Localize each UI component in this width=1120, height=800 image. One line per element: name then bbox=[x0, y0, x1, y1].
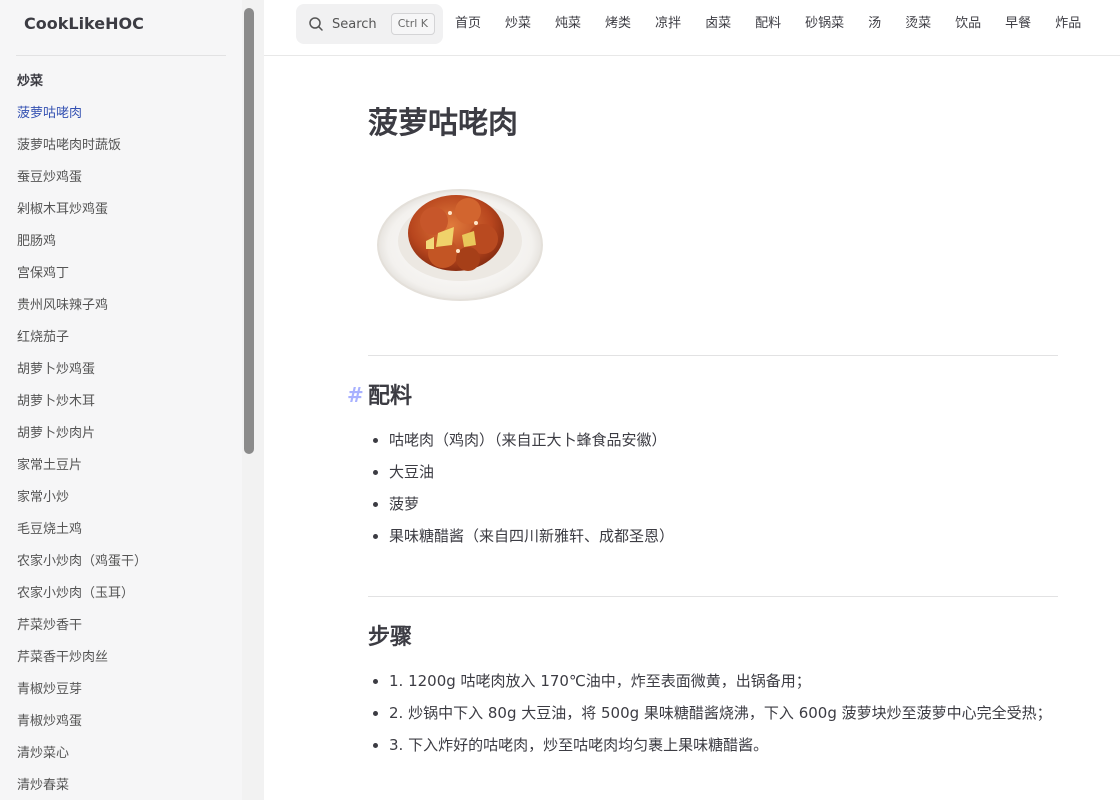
sidebar-item[interactable]: 家常小炒 bbox=[17, 486, 147, 518]
list-item: 咕咾肉（鸡肉）（来自正大卜蜂食品安徽） bbox=[368, 428, 1058, 452]
topnav-link[interactable]: 早餐 bbox=[1005, 13, 1031, 35]
heading-anchor-link[interactable]: # bbox=[347, 383, 364, 407]
sidebar-item[interactable]: 芹菜炒香干 bbox=[17, 614, 147, 646]
sidebar-item[interactable]: 胡萝卜炒鸡蛋 bbox=[17, 358, 147, 390]
sidebar-item[interactable]: 贵州风味辣子鸡 bbox=[17, 294, 147, 326]
topnav-link[interactable]: 卤菜 bbox=[705, 13, 731, 35]
search-icon bbox=[308, 16, 324, 32]
sidebar-item[interactable]: 剁椒木耳炒鸡蛋 bbox=[17, 198, 147, 230]
divider bbox=[368, 596, 1058, 597]
step-number: 1. bbox=[389, 672, 404, 690]
divider bbox=[368, 355, 1058, 356]
sidebar-item[interactable]: 蚕豆炒鸡蛋 bbox=[17, 166, 147, 198]
topnav-link[interactable]: 炒菜 bbox=[505, 13, 531, 35]
sidebar-item[interactable]: 芹菜香干炒肉丝 bbox=[17, 646, 147, 678]
sidebar-item[interactable]: 毛豆烧土鸡 bbox=[17, 518, 147, 550]
dish-image bbox=[368, 161, 552, 309]
search-shortcut-badge: Ctrl K bbox=[390, 13, 435, 35]
search-label: Search bbox=[332, 16, 377, 32]
topnav-link[interactable]: 饮品 bbox=[955, 13, 981, 35]
top-navbar: Search Ctrl K 首页 炒菜 炖菜 烤类 凉拌 卤菜 配料 砂锅菜 汤… bbox=[264, 0, 1120, 56]
list-item: 2. 炒锅中下入 80g 大豆油，将 500g 果味糖醋酱烧沸，下入 600g … bbox=[368, 701, 1058, 725]
ingredients-list: 咕咾肉（鸡肉）（来自正大卜蜂食品安徽） 大豆油 菠萝 果味糖醋酱（来自四川新雅轩… bbox=[368, 428, 1058, 556]
sidebar-scrollbar-thumb[interactable] bbox=[244, 8, 254, 454]
sidebar-item[interactable]: 农家小炒肉（玉耳） bbox=[17, 582, 147, 614]
step-number: 3. bbox=[389, 736, 404, 754]
steps-heading: 步骤 bbox=[368, 625, 413, 650]
list-item: 果味糖醋酱（来自四川新雅轩、成都圣恩） bbox=[368, 524, 1058, 548]
sidebar: CookLikeHOC 炒菜 菠萝咕咾肉 菠萝咕咾肉时蔬饭 蚕豆炒鸡蛋 剁椒木耳… bbox=[0, 0, 242, 800]
step-text: 下入炸好的咕咾肉，炒至咕咾肉均匀裹上果味糖醋酱。 bbox=[408, 736, 769, 754]
topnav-link[interactable]: 砂锅菜 bbox=[805, 13, 844, 35]
topnav-link[interactable]: 炸品 bbox=[1055, 13, 1081, 35]
sidebar-item[interactable]: 青椒炒鸡蛋 bbox=[17, 710, 147, 742]
topnav-link[interactable]: 烤类 bbox=[605, 13, 631, 35]
sidebar-item[interactable]: 胡萝卜炒木耳 bbox=[17, 390, 147, 422]
app-window: CookLikeHOC 炒菜 菠萝咕咾肉 菠萝咕咾肉时蔬饭 蚕豆炒鸡蛋 剁椒木耳… bbox=[0, 0, 1120, 800]
top-nav-links: 首页 炒菜 炖菜 烤类 凉拌 卤菜 配料 砂锅菜 汤 烫菜 饮品 早餐 炸品 bbox=[455, 13, 1105, 35]
search-button[interactable]: Search Ctrl K bbox=[296, 4, 443, 44]
page-title: 菠萝咕咾肉 bbox=[368, 106, 518, 141]
topnav-link[interactable]: 烫菜 bbox=[905, 13, 931, 35]
sidebar-item[interactable]: 农家小炒肉（鸡蛋干） bbox=[17, 550, 147, 582]
sidebar-item[interactable]: 肥肠鸡 bbox=[17, 230, 147, 262]
sidebar-item[interactable]: 宫保鸡丁 bbox=[17, 262, 147, 294]
topnav-link[interactable]: 凉拌 bbox=[655, 13, 681, 35]
sidebar-item[interactable]: 胡萝卜炒肉片 bbox=[17, 422, 147, 454]
topnav-link[interactable]: 炖菜 bbox=[555, 13, 581, 35]
sidebar-item-pineapple-pork[interactable]: 菠萝咕咾肉 bbox=[17, 102, 147, 134]
topnav-link[interactable]: 配料 bbox=[755, 13, 781, 35]
sidebar-item[interactable]: 家常土豆片 bbox=[17, 454, 147, 486]
sidebar-item[interactable]: 青椒炒豆芽 bbox=[17, 678, 147, 710]
list-item: 1. 1200g 咕咾肉放入 170℃油中，炸至表面微黄，出锅备用； bbox=[368, 669, 1058, 693]
topnav-link-home[interactable]: 首页 bbox=[455, 13, 481, 35]
steps-list: 1. 1200g 咕咾肉放入 170℃油中，炸至表面微黄，出锅备用； 2. 炒锅… bbox=[368, 669, 1058, 765]
sidebar-group-title: 炒菜 bbox=[17, 74, 44, 89]
sidebar-divider bbox=[16, 55, 226, 56]
site-logo-title[interactable]: CookLikeHOC bbox=[24, 0, 144, 48]
topnav-link[interactable]: 汤 bbox=[868, 13, 881, 35]
list-item: 大豆油 bbox=[368, 460, 1058, 484]
sidebar-item[interactable]: 菠萝咕咾肉时蔬饭 bbox=[17, 134, 147, 166]
sidebar-item[interactable]: 红烧茄子 bbox=[17, 326, 147, 358]
ingredients-heading: 配料 bbox=[368, 384, 413, 409]
sidebar-nav-list: 菠萝咕咾肉 菠萝咕咾肉时蔬饭 蚕豆炒鸡蛋 剁椒木耳炒鸡蛋 肥肠鸡 宫保鸡丁 贵州… bbox=[17, 102, 147, 800]
list-item: 菠萝 bbox=[368, 492, 1058, 516]
list-item: 3. 下入炸好的咕咾肉，炒至咕咾肉均匀裹上果味糖醋酱。 bbox=[368, 733, 1058, 757]
sidebar-item[interactable]: 清炒菜心 bbox=[17, 742, 147, 774]
step-text: 1200g 咕咾肉放入 170℃油中，炸至表面微黄，出锅备用； bbox=[408, 672, 811, 690]
step-text: 炒锅中下入 80g 大豆油，将 500g 果味糖醋酱烧沸，下入 600g 菠萝块… bbox=[408, 704, 1052, 722]
sidebar-item[interactable]: 清炒春菜 bbox=[17, 774, 147, 800]
step-number: 2. bbox=[389, 704, 404, 722]
